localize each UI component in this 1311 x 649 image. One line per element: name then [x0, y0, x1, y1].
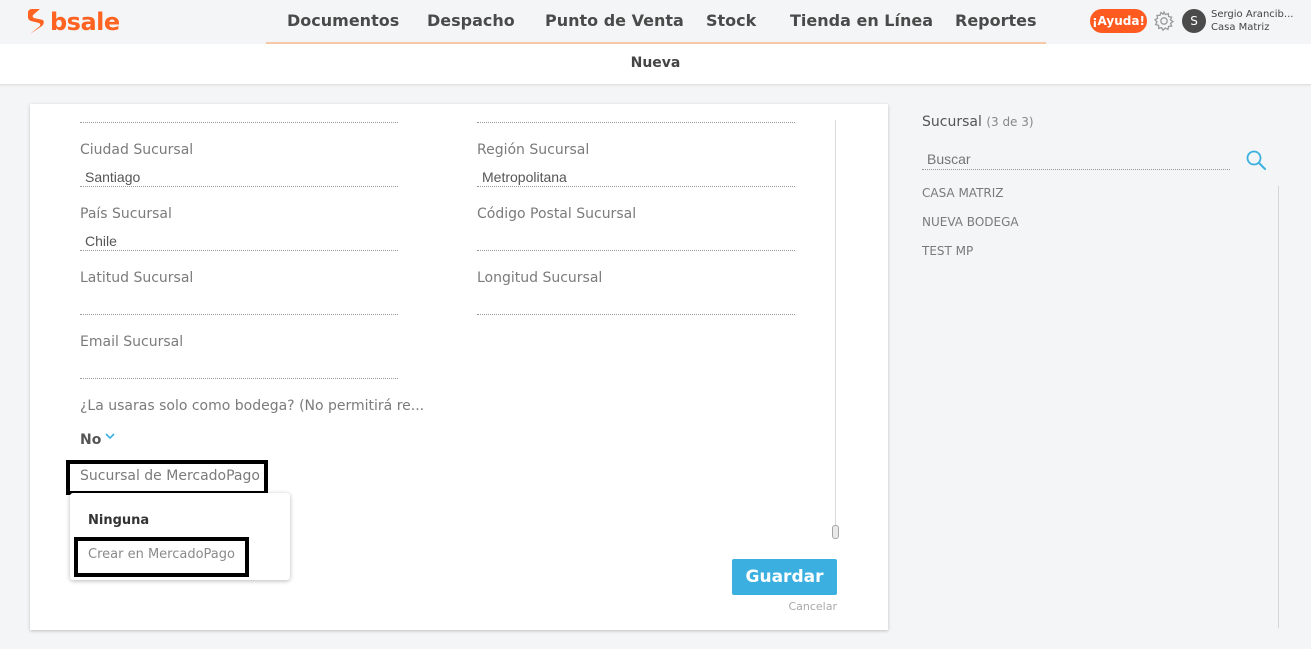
avatar[interactable]: S	[1182, 9, 1206, 33]
nav-item-stock[interactable]: Stock	[706, 11, 756, 30]
codigo-postal-label: Código Postal Sucursal	[477, 206, 637, 222]
help-button[interactable]: ¡Ayuda!	[1090, 9, 1147, 33]
pais-underline	[80, 250, 398, 251]
sidebar-item-test-mp[interactable]: TEST MP	[922, 244, 973, 258]
nav-item-documentos[interactable]: Documentos	[287, 11, 399, 30]
search-icon[interactable]	[1244, 148, 1268, 172]
region-underline	[477, 186, 795, 187]
sidebar-item-nueva-bodega[interactable]: NUEVA BODEGA	[922, 215, 1019, 229]
save-button[interactable]: Guardar	[732, 559, 837, 595]
bodega-label: ¿La usaras solo como bodega? (No permiti…	[80, 398, 425, 414]
pais-field[interactable]: Chile	[85, 233, 117, 249]
brand-name: bsale	[50, 7, 120, 36]
nav-item-punto-de-venta[interactable]: Punto de Venta	[545, 11, 684, 30]
latitud-label: Latitud Sucursal	[80, 270, 194, 286]
email-underline	[80, 378, 398, 379]
region-label: Región Sucursal	[477, 142, 590, 158]
branch-form-card: Ciudad Sucursal Santiago Región Sucursal…	[30, 104, 888, 630]
page-title: Nueva	[630, 55, 681, 71]
form-scrollbar-track[interactable]	[835, 120, 836, 538]
field-underline-scrolled-right	[477, 122, 795, 123]
user-name[interactable]: Sergio Arancib...	[1211, 9, 1293, 20]
ciudad-field[interactable]: Santiago	[85, 169, 140, 185]
email-label: Email Sucursal	[80, 334, 184, 350]
longitud-label: Longitud Sucursal	[477, 270, 603, 286]
mercadopago-label[interactable]: Sucursal de MercadoPago	[80, 468, 260, 484]
nav-item-tienda-en-linea[interactable]: Tienda en Línea	[790, 11, 933, 30]
search-input[interactable]	[922, 148, 1230, 170]
codigo-postal-underline	[477, 250, 795, 251]
latitud-underline	[80, 314, 398, 315]
ciudad-label: Ciudad Sucursal	[80, 142, 194, 158]
dropdown-option-ninguna[interactable]: Ninguna	[88, 513, 149, 528]
nav-item-reportes[interactable]: Reportes	[955, 11, 1037, 30]
pais-label: País Sucursal	[80, 206, 172, 222]
sidebar-item-casa-matriz[interactable]: CASA MATRIZ	[922, 186, 1004, 200]
bsale-logo-icon	[28, 9, 44, 34]
form-scrollbar-thumb[interactable]	[832, 525, 839, 539]
sidebar-title-label: Sucursal	[922, 114, 982, 130]
sub-header: Nueva	[0, 44, 1311, 85]
top-bar: bsale Documentos Despacho Punto de Venta…	[0, 0, 1311, 44]
sidebar-count: (3 de 3)	[986, 115, 1034, 129]
gear-icon[interactable]	[1153, 10, 1175, 32]
nav-item-despacho[interactable]: Despacho	[427, 11, 515, 30]
ciudad-underline	[80, 186, 398, 187]
longitud-underline	[477, 314, 795, 315]
region-field[interactable]: Metropolitana	[482, 169, 567, 185]
brand-logo[interactable]: bsale	[26, 8, 120, 35]
sidebar-scrollbar[interactable]	[1278, 186, 1279, 628]
field-underline-scrolled-left	[80, 122, 398, 123]
sidebar-title: Sucursal (3 de 3)	[922, 114, 1034, 130]
cancel-link[interactable]: Cancelar	[732, 600, 837, 613]
mercadopago-dropdown: Ninguna Crear en MercadoPago	[70, 493, 290, 580]
highlight-box-crear-option	[74, 537, 249, 577]
main-nav: Documentos Despacho Punto de Venta Stock…	[266, 0, 1046, 44]
chevron-down-icon[interactable]	[104, 430, 116, 442]
bodega-select[interactable]: No	[80, 432, 101, 448]
user-branch: Casa Matriz	[1211, 22, 1270, 33]
